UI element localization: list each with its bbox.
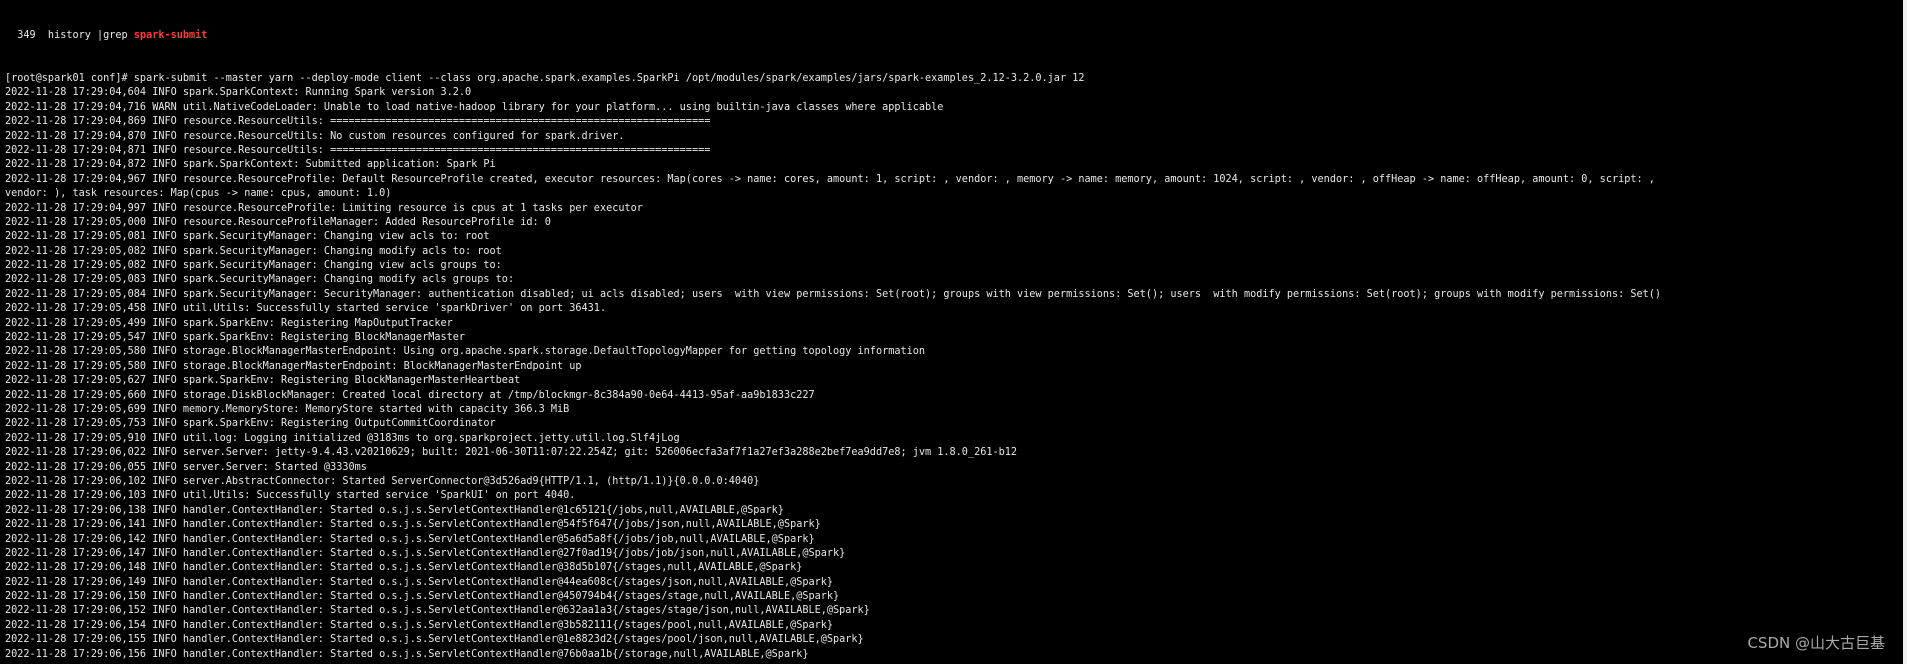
log-line: 2022-11-28 17:29:05,580 INFO storage.Blo… (5, 346, 926, 358)
log-line: 2022-11-28 17:29:05,083 INFO spark.Secur… (5, 274, 521, 286)
log-line: 2022-11-28 17:29:05,499 INFO spark.Spark… (5, 317, 453, 329)
log-line: 2022-11-28 17:29:04,871 INFO resource.Re… (5, 144, 711, 156)
command-line: [root@spark01 conf]# spark-submit --mast… (5, 73, 1085, 85)
log-line: 2022-11-28 17:29:06,148 INFO handler.Con… (5, 562, 803, 574)
history-command: 349 history |grep (5, 29, 134, 41)
log-line: 2022-11-28 17:29:06,138 INFO handler.Con… (5, 504, 784, 516)
log-line: 2022-11-28 17:29:05,753 INFO spark.Spark… (5, 418, 496, 430)
terminal-output: 349 history |grep spark-submit [root@spa… (0, 0, 1903, 662)
log-line: 2022-11-28 17:29:06,155 INFO handler.Con… (5, 634, 864, 646)
log-line: 2022-11-28 17:29:04,604 INFO spark.Spark… (5, 87, 472, 99)
log-line: vendor: ), task resources: Map(cpus -> n… (5, 188, 392, 200)
log-line: 2022-11-28 17:29:06,103 INFO util.Utils:… (5, 490, 576, 502)
log-line: 2022-11-28 17:29:06,154 INFO handler.Con… (5, 619, 834, 631)
log-line: 2022-11-28 17:29:06,141 INFO handler.Con… (5, 519, 821, 531)
log-line: 2022-11-28 17:29:05,081 INFO spark.Secur… (5, 231, 490, 243)
history-line: 349 history |grep spark-submit (5, 29, 1903, 43)
log-line: 2022-11-28 17:29:05,082 INFO spark.Secur… (5, 260, 508, 272)
log-line: 2022-11-28 17:29:06,055 INFO server.Serv… (5, 461, 367, 473)
log-line: 2022-11-28 17:29:06,156 INFO handler.Con… (5, 648, 809, 660)
log-line: 2022-11-28 17:29:05,000 INFO resource.Re… (5, 216, 551, 228)
log-line: 2022-11-28 17:29:05,082 INFO spark.Secur… (5, 245, 502, 257)
log-line: 2022-11-28 17:29:05,458 INFO util.Utils:… (5, 303, 607, 315)
log-line: 2022-11-28 17:29:04,870 INFO resource.Re… (5, 130, 625, 142)
log-line: 2022-11-28 17:29:05,580 INFO storage.Blo… (5, 360, 582, 372)
log-line: 2022-11-28 17:29:06,102 INFO server.Abst… (5, 475, 760, 487)
log-line: 2022-11-28 17:29:04,716 WARN util.Native… (5, 101, 944, 113)
log-line: 2022-11-28 17:29:06,022 INFO server.Serv… (5, 447, 1018, 459)
log-line: 2022-11-28 17:29:05,547 INFO spark.Spark… (5, 332, 466, 344)
log-line: 2022-11-28 17:29:06,142 INFO handler.Con… (5, 533, 815, 545)
log-line: 2022-11-28 17:29:04,872 INFO spark.Spark… (5, 159, 496, 171)
log-line: 2022-11-28 17:29:04,997 INFO resource.Re… (5, 202, 643, 214)
log-line: 2022-11-28 17:29:05,910 INFO util.log: L… (5, 432, 680, 444)
log-line: 2022-11-28 17:29:04,869 INFO resource.Re… (5, 116, 711, 128)
log-line: 2022-11-28 17:29:04,967 INFO resource.Re… (5, 173, 1655, 185)
log-line: 2022-11-28 17:29:05,084 INFO spark.Secur… (5, 288, 1662, 300)
log-line: 2022-11-28 17:29:06,149 INFO handler.Con… (5, 576, 834, 588)
log-line: 2022-11-28 17:29:06,152 INFO handler.Con… (5, 605, 870, 617)
csdn-watermark: CSDN @山大古巨基 (1747, 634, 1885, 653)
log-line: 2022-11-28 17:29:05,699 INFO memory.Memo… (5, 404, 570, 415)
log-line: 2022-11-28 17:29:06,147 INFO handler.Con… (5, 547, 846, 559)
log-line: 2022-11-28 17:29:05,660 INFO storage.Dis… (5, 389, 815, 401)
window-edge-scrollbar[interactable] (1903, 0, 1907, 664)
log-line: 2022-11-28 17:29:05,627 INFO spark.Spark… (5, 375, 521, 387)
terminal-window[interactable]: 349 history |grep spark-submit [root@spa… (0, 0, 1903, 664)
log-line: 2022-11-28 17:29:06,150 INFO handler.Con… (5, 591, 840, 603)
grep-match-highlight: spark-submit (133, 29, 208, 41)
